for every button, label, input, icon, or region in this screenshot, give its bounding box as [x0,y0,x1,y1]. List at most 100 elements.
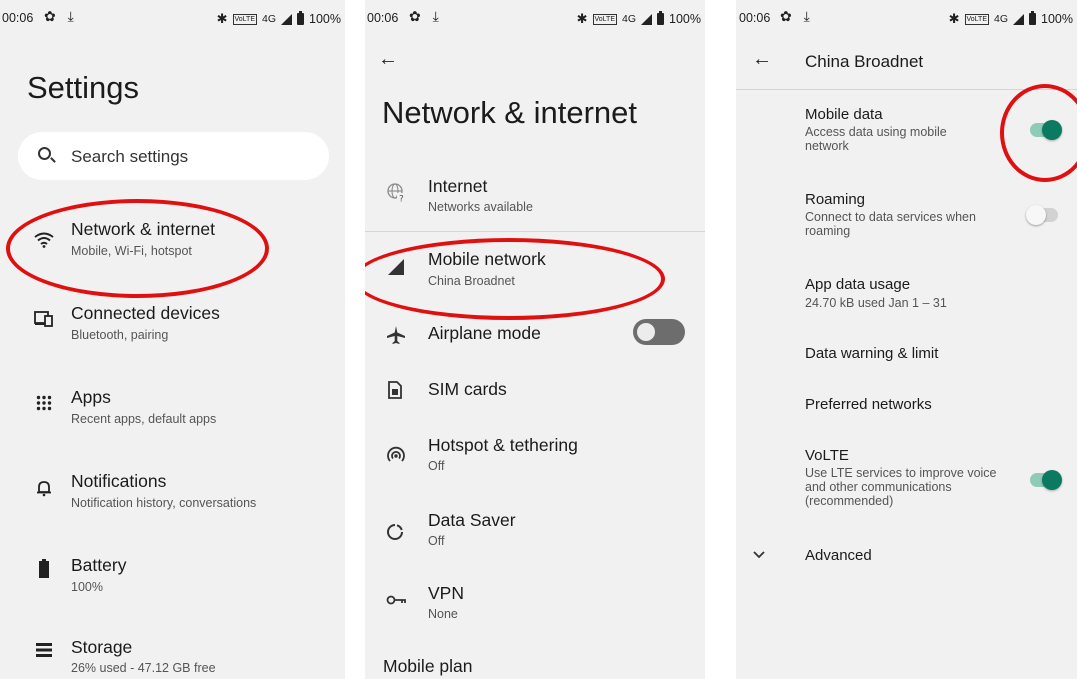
airplane-mode-toggle[interactable] [633,319,685,345]
battery-icon [657,11,665,25]
hotspot-icon [387,446,405,462]
status-bar: 00:06 ✿ ⤓ ✱ VoLTE 4G 100% [365,0,705,36]
item-title: Airplane mode [428,323,541,343]
toggle-knob [1042,120,1062,140]
volte-badge: VoLTE [232,13,257,25]
status-time: 00:06 [739,11,771,25]
item-subtitle: Bluetooth, pairing [71,328,169,342]
item-title: Advanced [805,547,872,564]
item-title: Roaming [805,191,866,208]
apps-grid-icon [36,395,52,411]
divider [365,231,705,232]
network-item-mobile-plan[interactable]: Mobile plan [365,655,705,679]
battery-percent: 100% [669,12,701,26]
roaming-item[interactable]: Roaming Connect to data services when ro… [736,190,1077,250]
toggle-knob [1026,205,1046,225]
item-subtitle: Off [428,459,445,473]
settings-item-connected-devices[interactable]: Connected devices Bluetooth, pairing [0,299,345,359]
app-data-usage-item[interactable]: App data usage 24.70 kB used Jan 1 – 31 [736,274,1077,318]
settings-item-battery[interactable]: Battery 100% [0,551,345,611]
status-bar: 00:06 ✿ ⤓ ✱ VoLTE 4G 100% [736,0,1077,36]
toggle-knob [1042,470,1062,490]
settings-screen: 00:06 ✿ ⤓ ✱ VoLTE 4G 100% Settings Searc… [0,0,345,679]
wifi-icon [34,232,54,248]
battery-icon [297,11,305,25]
item-subtitle: Networks available [428,200,533,214]
network-internet-screen: 00:06 ✿ ⤓ ✱ VoLTE 4G 100% ← Network & in… [365,0,705,679]
volte-badge: VoLTE [592,13,617,25]
status-time: 00:06 [367,11,399,25]
network-item-sim-cards[interactable]: SIM cards [365,375,705,415]
signal-icon [1013,13,1025,25]
item-subtitle: Recent apps, default apps [71,412,217,426]
storage-icon [36,643,52,657]
network-item-mobile-network[interactable]: Mobile network China Broadnet [365,244,705,300]
signal-icon [388,259,404,275]
roaming-toggle[interactable] [1026,205,1058,225]
signal-icon [281,13,293,25]
item-subtitle: 100% [71,580,103,594]
battery-percent: 100% [1041,12,1073,26]
status-right: ✱ VoLTE 4G 100% [949,11,1073,27]
item-title: Storage [71,637,133,657]
item-subtitle: 24.70 kB used Jan 1 – 31 [805,296,947,310]
item-subtitle: None [428,607,458,621]
item-subtitle: Off [428,534,445,548]
bluetooth-icon: ✱ [576,11,588,26]
network-item-data-saver[interactable]: Data Saver Off [365,508,705,564]
item-subtitle: Access data using mobile network [805,125,947,153]
data-warning-limit-item[interactable]: Data warning & limit [736,343,1077,367]
mobile-data-toggle[interactable] [1030,120,1062,140]
network-item-airplane-mode[interactable]: Airplane mode [365,318,705,358]
search-bar[interactable]: Search settings [18,132,329,180]
status-right: ✱ VoLTE 4G 100% [217,11,341,27]
back-arrow-icon[interactable]: ← [752,48,772,71]
item-title: Notifications [71,471,167,491]
item-title: Mobile network [428,249,546,269]
network-item-internet[interactable]: ? Internet Networks available [365,170,705,226]
settings-item-apps[interactable]: Apps Recent apps, default apps [0,383,345,443]
bluetooth-icon: ✱ [216,11,228,26]
battery-icon [1029,11,1037,25]
volte-toggle[interactable] [1030,470,1062,490]
search-placeholder: Search settings [71,147,189,166]
mobile-data-item[interactable]: Mobile data Access data using mobile net… [736,104,1077,164]
item-subtitle: China Broadnet [428,274,515,288]
network-item-hotspot[interactable]: Hotspot & tethering Off [365,432,705,488]
chevron-down-icon [753,551,765,559]
settings-item-network[interactable]: Network & internet Mobile, Wi-Fi, hotspo… [0,215,345,275]
status-notification-icons: ✿ ⤓ [409,8,443,24]
volte-item[interactable]: VoLTE Use LTE services to improve voice … [736,445,1077,515]
network-item-vpn[interactable]: VPN None [365,582,705,638]
data-saver-icon [387,524,403,540]
item-title: Data Saver [428,510,516,530]
item-title: App data usage [805,276,911,293]
item-title: Battery [71,555,127,575]
volte-badge: VoLTE [964,13,989,25]
toggle-knob [637,323,655,341]
item-title: Preferred networks [805,396,932,413]
page-title: Network & internet [382,95,637,130]
page-title: Settings [27,70,140,105]
airplane-icon [387,326,405,344]
item-title: Data warning & limit [805,345,939,362]
preferred-networks-item[interactable]: Preferred networks [736,394,1077,418]
status-notification-icons: ✿ ⤓ [780,8,814,24]
status-bar: 00:06 ✿ ⤓ ✱ VoLTE 4G 100% [0,0,345,36]
back-arrow-icon[interactable]: ← [378,48,398,71]
item-title: Network & internet [71,219,215,239]
settings-item-storage[interactable]: Storage 26% used - 47.12 GB free [0,635,345,679]
advanced-item[interactable]: Advanced [736,545,1077,569]
network-type: 4G [994,13,1009,25]
page-title: China Broadnet [805,52,924,71]
divider [736,89,1077,90]
network-type: 4G [622,13,637,25]
item-subtitle: Use LTE services to improve voice and ot… [805,466,997,508]
item-title: SIM cards [428,379,507,399]
settings-item-notifications[interactable]: Notifications Notification history, conv… [0,467,345,527]
item-title: VPN [428,583,464,603]
item-title: Internet [428,176,488,196]
status-time: 00:06 [2,11,34,25]
vpn-key-icon [386,595,406,605]
battery-icon [39,559,49,578]
